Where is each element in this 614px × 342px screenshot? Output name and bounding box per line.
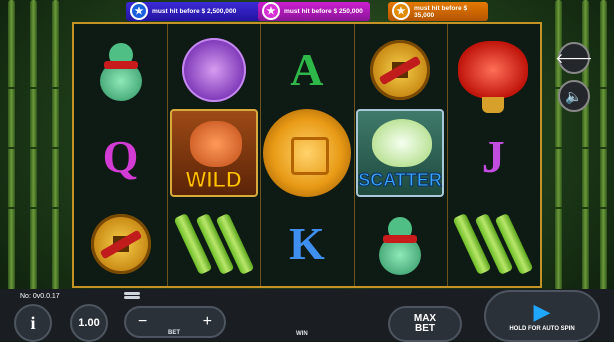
reel-3: A K: [260, 24, 355, 287]
max-bet-button[interactable]: MAX BET: [388, 306, 462, 342]
letter-j: J: [481, 131, 505, 182]
reel-2: WILD: [167, 24, 262, 287]
spin-hint: HOLD FOR AUTO SPIN: [509, 325, 575, 332]
version-label: No: 0v0.0.17: [20, 293, 60, 300]
bet-label: BET: [168, 330, 180, 336]
star-icon: ★: [262, 2, 280, 20]
symbol-scatter: SCATTER: [356, 109, 445, 197]
symbol-gourd: [76, 27, 165, 113]
bamboo-stalk-right-1: [555, 0, 562, 291]
symbol-bamboo: [449, 201, 538, 287]
bamboo-icon: [173, 212, 255, 276]
major-jackpot-banner: ★ must hit before $ 250,000: [258, 2, 370, 21]
win-label: WIN: [296, 331, 308, 337]
mute-button[interactable]: 🔈: [558, 80, 590, 112]
cash-coin-icon: [370, 40, 431, 100]
bet-increase-button[interactable]: +: [203, 313, 212, 331]
star-icon: ★: [130, 2, 148, 20]
info-button[interactable]: i: [14, 304, 52, 342]
symbol-gourd: [356, 201, 445, 287]
bet-decrease-button[interactable]: −: [138, 313, 147, 331]
red-panda-icon: WILD: [169, 109, 258, 197]
symbol-cash-coin: [76, 201, 165, 287]
scatter-label: SCATTER: [358, 170, 443, 191]
spin-button[interactable]: ▶ HOLD FOR AUTO SPIN: [484, 290, 600, 342]
golden-gong-icon: [262, 109, 351, 197]
symbol-koi-fish: [169, 27, 258, 113]
reel-grid: Q WILD A K SCATTER J: [72, 22, 542, 288]
cash-coin-icon: [90, 214, 151, 274]
wild-label: WILD: [185, 167, 242, 193]
grand-jackpot-banner: ★ must hit before $ 2,500,000: [126, 2, 264, 21]
red-lantern-icon: [458, 41, 529, 113]
symbol-q: Q: [76, 114, 165, 200]
reel-1: Q: [74, 24, 169, 287]
gourd-icon: [379, 211, 422, 277]
reel-5: J: [447, 24, 540, 286]
symbol-k: K: [262, 201, 351, 287]
lotus-icon: SCATTER: [356, 109, 445, 197]
info-icon: i: [30, 312, 36, 333]
koi-fish-icon: [181, 38, 246, 102]
jackpot-label: must hit before $ 2,500,000: [152, 8, 237, 15]
letter-k: K: [289, 218, 325, 269]
bamboo-stalk-left-1: [8, 0, 15, 291]
symbol-bamboo: [169, 201, 258, 287]
letter-q: Q: [102, 131, 139, 182]
play-icon: ▶: [533, 298, 551, 324]
symbol-j: J: [449, 114, 538, 200]
max-bet-line-2: BET: [415, 323, 435, 334]
reel-4: SCATTER: [354, 24, 448, 286]
back-button[interactable]: 🡐: [555, 42, 593, 74]
coins-stack-icon: [124, 292, 140, 302]
bamboo-stalk-right-2: [582, 0, 589, 291]
letter-a: A: [290, 44, 324, 95]
arrow-left-icon: 🡐: [555, 49, 593, 66]
star-icon: ★: [392, 2, 410, 20]
symbol-a: A: [262, 27, 351, 113]
coin-value-button[interactable]: 1.00: [70, 304, 108, 342]
bamboo-icon: [452, 212, 534, 276]
symbol-cash-coin: [356, 27, 445, 113]
speaker-mute-icon: 🔈: [565, 87, 583, 104]
symbol-lantern: [449, 27, 538, 113]
bamboo-stalk-right-3: [600, 0, 607, 291]
minor-jackpot-banner: ★ must hit before $ 35,000: [388, 2, 488, 21]
bamboo-stalk-left-2: [30, 0, 37, 291]
symbol-gong: [262, 109, 351, 197]
jackpot-label: must hit before $ 250,000: [284, 8, 363, 15]
jackpot-label: must hit before $ 35,000: [414, 4, 468, 19]
gourd-icon: [99, 37, 142, 103]
bamboo-stalk-left-3: [52, 0, 59, 291]
coin-value: 1.00: [78, 317, 100, 329]
symbol-wild: WILD: [169, 109, 258, 197]
